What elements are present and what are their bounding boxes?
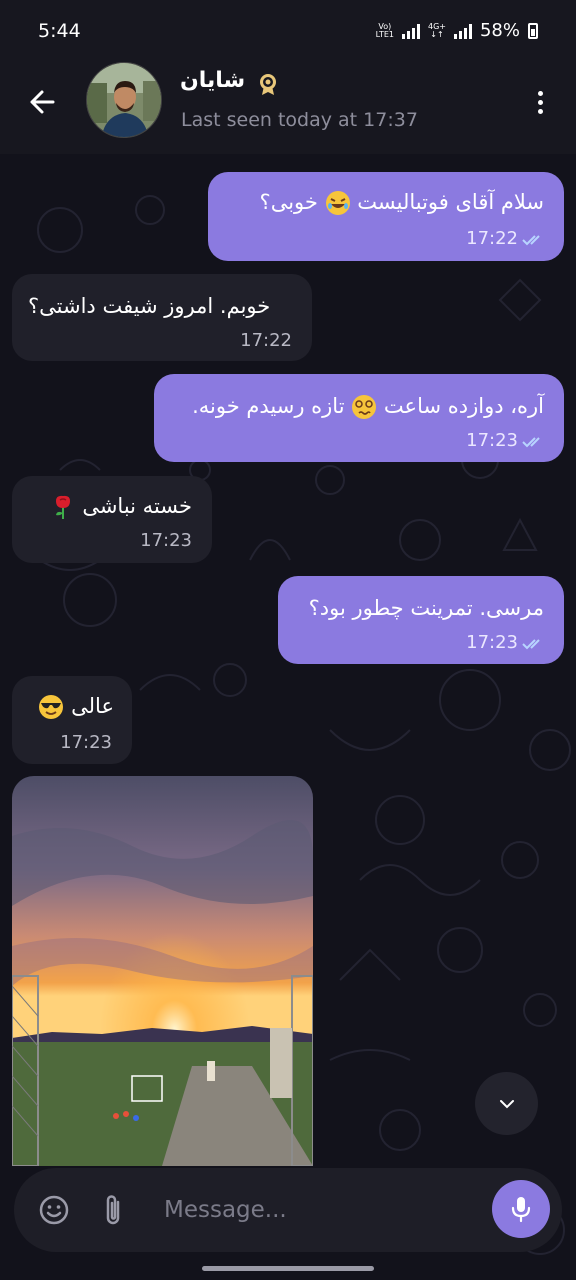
sunset-photo	[12, 776, 313, 1166]
message-time: 17:22	[240, 330, 292, 351]
message-time: 17:22	[466, 228, 518, 249]
message-time: 17:23	[466, 632, 518, 653]
volte-indicator: Vo) LTE1	[375, 21, 394, 39]
message-text: آره، دوازده ساعت تازه رسیدم خونه.	[192, 394, 544, 419]
chat-header: شایان Last seen today at 17:37	[0, 62, 576, 154]
more-options-button[interactable]	[524, 82, 556, 122]
message-text: سلام آقای فوتبالیست خوبی؟	[259, 190, 544, 215]
message-text: عالی	[38, 694, 114, 720]
message-bubble-incoming[interactable]: خوبم. امروز شیفت داشتی؟ 17:22	[12, 274, 312, 361]
message-bubble-outgoing[interactable]: مرسی. تمرینت چطور بود؟ 17:23	[278, 576, 564, 664]
last-seen-status: Last seen today at 17:37	[181, 109, 418, 131]
dot-icon	[537, 90, 543, 96]
battery-icon	[528, 22, 538, 39]
dot-icon	[537, 99, 543, 105]
laughing-emoji-icon	[325, 191, 350, 215]
signal-icon-2	[453, 23, 472, 39]
message-text: خسته نباشی	[50, 494, 192, 520]
message-text: خوبم. امروز شیفت داشتی؟	[28, 294, 271, 318]
double-check-icon	[522, 235, 540, 246]
message-bubble-outgoing[interactable]: آره، دوازده ساعت تازه رسیدم خونه. 17:23	[154, 374, 564, 462]
chevron-down-icon	[499, 1099, 514, 1108]
message-bubble-incoming[interactable]: عالی 17:23	[12, 676, 132, 764]
double-check-icon	[522, 437, 540, 448]
avatar-photo	[87, 63, 161, 137]
attach-icon[interactable]	[102, 1192, 124, 1228]
dot-icon	[537, 108, 543, 114]
rose-emoji-icon	[55, 495, 70, 519]
sunglasses-emoji-icon	[39, 695, 64, 719]
battery-percent: 58%	[479, 20, 520, 41]
premium-badge-icon	[260, 74, 276, 95]
signal-icon	[401, 23, 420, 39]
voice-record-button[interactable]	[492, 1180, 550, 1238]
message-text: مرسی. تمرینت چطور بود؟	[308, 596, 544, 620]
status-time: 5:44	[38, 20, 81, 42]
photo-message[interactable]	[12, 776, 313, 1166]
microphone-icon	[511, 1197, 531, 1223]
message-composer	[14, 1168, 562, 1252]
status-bar: 5:44 Vo) LTE1 4G+ ↓↑ 58%	[0, 0, 576, 62]
message-time: 17:23	[60, 732, 112, 753]
emoji-picker-icon[interactable]	[38, 1194, 70, 1226]
message-time: 17:23	[140, 530, 192, 551]
dizzy-face-emoji-icon	[352, 395, 377, 419]
back-button[interactable]	[22, 82, 62, 122]
message-bubble-outgoing[interactable]: سلام آقای فوتبالیست خوبی؟ 17:22	[208, 172, 564, 261]
network-type-indicator: 4G+ ↓↑	[427, 21, 446, 39]
avatar[interactable]	[86, 62, 162, 138]
home-indicator[interactable]	[202, 1266, 374, 1271]
status-icons: Vo) LTE1 4G+ ↓↑ 58%	[376, 20, 538, 41]
message-time: 17:23	[466, 430, 518, 451]
scroll-to-bottom-button[interactable]	[475, 1072, 538, 1135]
message-bubble-incoming[interactable]: خسته نباشی 17:23	[12, 476, 212, 563]
arrow-left-icon	[30, 90, 55, 114]
double-check-icon	[522, 639, 540, 650]
contact-name[interactable]: شایان	[180, 68, 245, 93]
message-input[interactable]	[164, 1190, 464, 1230]
